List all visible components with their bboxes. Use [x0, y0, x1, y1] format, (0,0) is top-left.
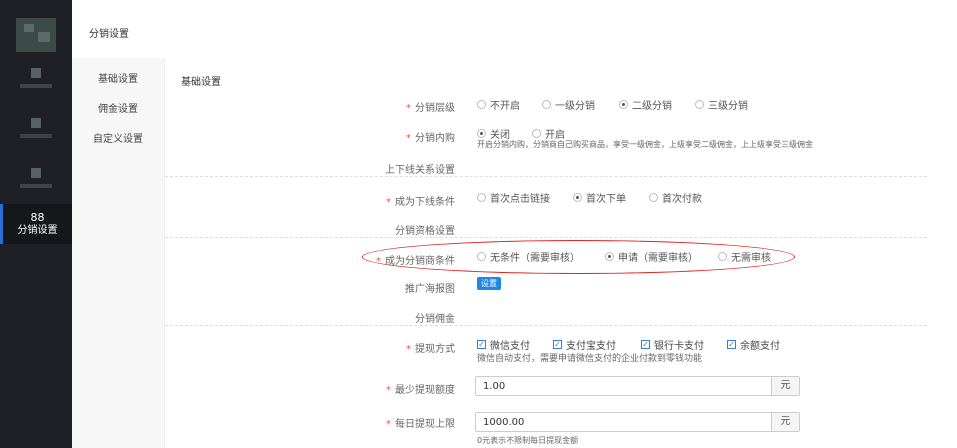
commission-heading: 分销佣金 — [415, 314, 455, 325]
daily-limit-hint: 0元表示不限制每日提现金额 — [477, 436, 579, 445]
blurred-icon — [31, 68, 41, 78]
downline-label: * 成为下线条件 — [386, 197, 455, 208]
page-title: 分销设置 — [89, 29, 129, 40]
sidebar-item-1[interactable] — [0, 62, 72, 102]
divider — [165, 176, 927, 177]
radio-level-1[interactable]: 一级分销 — [542, 97, 595, 112]
grid-icon: 88 — [30, 211, 45, 224]
sidebar-item-2[interactable] — [0, 112, 72, 152]
blurred-icon — [31, 118, 41, 128]
checkbox-balance[interactable]: ✓ 余额支付 — [727, 337, 780, 352]
min-withdraw-input[interactable]: 1.00 元 — [475, 376, 800, 396]
checkbox-alipay[interactable]: ✓ 支付宝支付 — [553, 337, 616, 352]
checkbox-bankcard[interactable]: ✓ 银行卡支付 — [641, 337, 704, 352]
daily-limit-label: * 每日提现上限 — [386, 419, 455, 430]
poster-label: 推广海报图 — [405, 284, 455, 295]
annotation-oval — [362, 240, 795, 274]
min-withdraw-label: * 最少提现额度 — [386, 385, 455, 396]
divider — [165, 237, 927, 238]
checkbox-wechat[interactable]: ✓ 微信支付 — [477, 337, 530, 352]
radio-downline-click[interactable]: 首次点击链接 — [477, 190, 550, 205]
logo — [16, 18, 56, 52]
poster-set-button[interactable]: 设置 — [477, 277, 501, 290]
inner-hint: 开启分销内购，分销商自己购买商品，享受一级佣金，上级享受二级佣金，上上级享受三级… — [477, 140, 813, 149]
subnav-item-custom[interactable]: 自定义设置 — [72, 130, 164, 145]
unit-addon: 元 — [771, 377, 799, 395]
sidebar-item-distribution[interactable]: 88 分销设置 — [0, 204, 72, 244]
sidebar-item-label: 分销设置 — [17, 225, 58, 236]
inner-label: * 分销内购 — [406, 133, 455, 144]
radio-level-none[interactable]: 不开启 — [477, 97, 520, 112]
sub-nav: 基础设置 佣金设置 自定义设置 — [72, 58, 165, 448]
relation-heading: 上下线关系设置 — [385, 165, 455, 176]
unit-addon: 元 — [771, 413, 799, 431]
subnav-item-basic[interactable]: 基础设置 — [72, 70, 164, 85]
subnav-item-commission[interactable]: 佣金设置 — [72, 100, 164, 115]
daily-limit-input[interactable]: 1000.00 元 — [475, 412, 800, 432]
radio-downline-pay[interactable]: 首次付款 — [649, 190, 702, 205]
section-title: 基础设置 — [181, 77, 221, 88]
radio-downline-order[interactable]: 首次下单 — [573, 190, 626, 205]
level-label: * 分销层级 — [406, 103, 455, 114]
sidebar: 88 分销设置 — [0, 0, 72, 448]
top-bar: 分销设置 — [72, 0, 957, 59]
divider — [165, 325, 927, 326]
radio-level-3[interactable]: 三级分销 — [695, 97, 748, 112]
radio-level-2[interactable]: 二级分销 — [619, 97, 672, 112]
blurred-icon — [31, 168, 41, 178]
withdraw-hint: 微信自动支付，需要申请微信支付的企业付款到零钱功能 — [477, 354, 703, 364]
sidebar-item-3[interactable] — [0, 162, 72, 202]
qualification-heading: 分销资格设置 — [395, 226, 455, 237]
withdraw-label: * 提现方式 — [406, 344, 455, 355]
